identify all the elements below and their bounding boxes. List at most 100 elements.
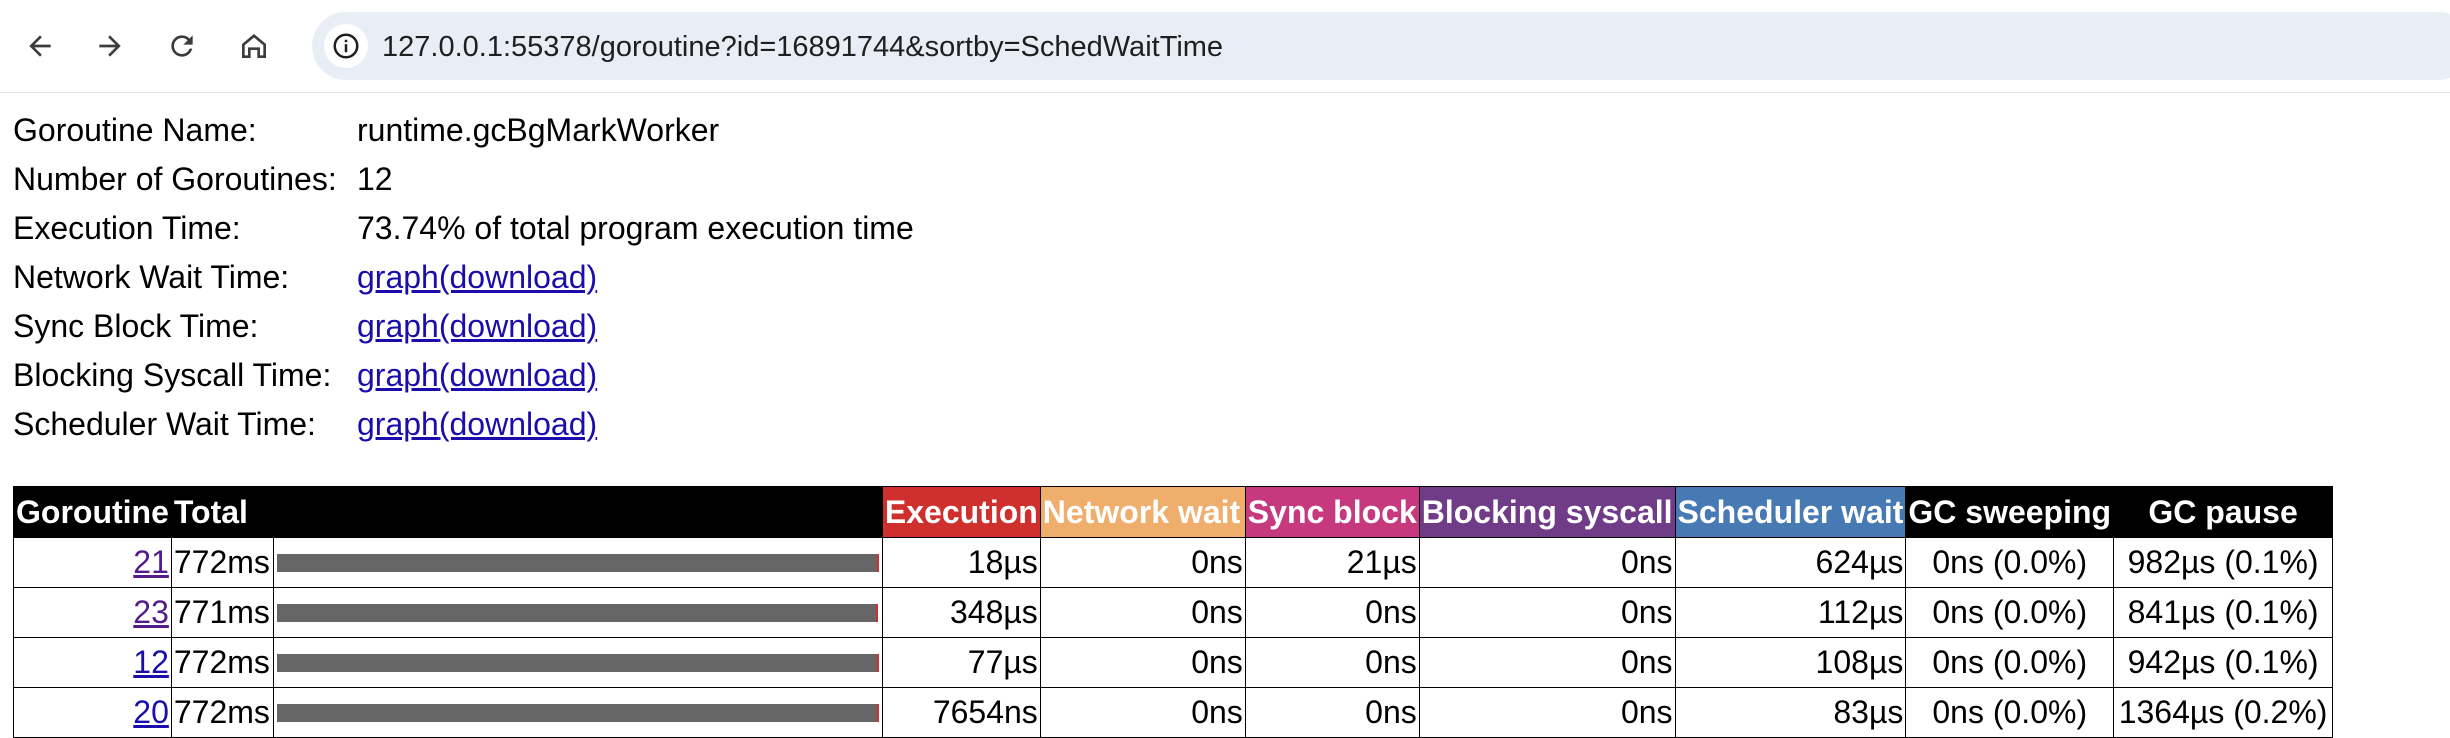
execution-cell: 348µs <box>881 587 1041 638</box>
info-links: graph(download) <box>357 308 597 345</box>
home-button[interactable] <box>232 24 276 68</box>
total-cell: 772ms <box>170 637 274 688</box>
goroutine-id-link[interactable]: 20 <box>133 694 169 730</box>
pause-cell: 942µs (0.1%) <box>2113 637 2334 688</box>
execution-cell: 18µs <box>881 537 1041 588</box>
goroutine-id-cell: 12 <box>13 637 172 688</box>
total-cell: 772ms <box>170 687 274 738</box>
sweep-cell: 0ns (0.0%) <box>1905 637 2115 688</box>
time-bar-execution-segment <box>876 653 879 672</box>
download-link[interactable]: (download) <box>439 259 597 295</box>
info-value: runtime.gcBgMarkWorker <box>357 112 720 148</box>
graph-link[interactable]: graph <box>357 308 439 344</box>
info-label: Network Wait Time: <box>13 259 290 295</box>
column-header-total: Total <box>170 486 274 538</box>
execution-cell: 7654ns <box>881 687 1041 738</box>
sync-cell: 0ns <box>1244 687 1420 738</box>
syscall-cell: 0ns <box>1418 587 1676 638</box>
info-label: Sync Block Time: <box>13 308 259 344</box>
info-value: 12 <box>357 161 393 197</box>
download-link[interactable]: (download) <box>439 308 597 344</box>
sync-cell: 0ns <box>1244 637 1420 688</box>
column-header-gc-sweeping: GC sweeping <box>1905 486 2115 538</box>
graph-link[interactable]: graph <box>357 357 439 393</box>
pause-cell: 1364µs (0.2%) <box>2113 687 2334 738</box>
info-label: Execution Time: <box>13 210 241 246</box>
column-header-goroutine: Goroutine <box>13 486 172 538</box>
info-links: graph(download) <box>357 357 597 394</box>
column-header-blocking-syscall[interactable]: Blocking syscall <box>1418 486 1676 538</box>
site-info-button[interactable] <box>324 24 368 68</box>
sync-cell: 0ns <box>1244 587 1420 638</box>
goroutine-id-link[interactable]: 12 <box>133 644 169 680</box>
goroutine-id-cell: 21 <box>13 537 172 588</box>
reload-icon <box>171 35 193 57</box>
sched-cell: 624µs <box>1674 537 1907 588</box>
info-links: graph(download) <box>357 259 597 296</box>
network-cell: 0ns <box>1039 687 1246 738</box>
time-bar-fill <box>276 603 879 622</box>
time-bar-fill <box>276 703 879 722</box>
download-link[interactable]: (download) <box>439 357 597 393</box>
time-bar-fill <box>276 553 879 572</box>
time-bar-cell <box>272 687 883 738</box>
syscall-cell: 0ns <box>1418 537 1676 588</box>
syscall-cell: 0ns <box>1418 687 1676 738</box>
graph-link[interactable]: graph <box>357 259 439 295</box>
forward-button[interactable] <box>88 24 132 68</box>
time-bar-execution-segment <box>876 703 879 722</box>
time-bar-cell <box>272 537 883 588</box>
goroutine-id-link[interactable]: 23 <box>133 594 169 630</box>
arrow-right-icon <box>99 35 121 57</box>
sync-cell: 21µs <box>1244 537 1420 588</box>
column-header-bar <box>272 486 883 538</box>
goroutine-table: Goroutine Total Execution Network wait Sync … <box>13 486 2334 738</box>
sweep-cell: 0ns (0.0%) <box>1905 537 2115 588</box>
table-row: 21 772ms 18µs 0ns 21µs 0ns 624µs 0ns (0.0%) 982µ… <box>13 537 2334 588</box>
time-bar-cell <box>272 587 883 638</box>
table-row: 20 772ms 7654ns 0ns 0ns 0ns 83µs 0ns (0.0%) 1364… <box>13 687 2334 738</box>
goroutine-id-cell: 23 <box>13 587 172 638</box>
table-row: 12 772ms 77µs 0ns 0ns 0ns 108µs 0ns (0.0%) 942µs… <box>13 637 2334 688</box>
address-bar[interactable]: 127.0.0.1:55378/goroutine?id=16891744&so… <box>312 12 2450 80</box>
sched-cell: 108µs <box>1674 637 1907 688</box>
time-bar <box>276 603 879 622</box>
time-bar <box>276 653 879 672</box>
goroutine-id-link[interactable]: 21 <box>133 544 169 580</box>
pause-cell: 841µs (0.1%) <box>2113 587 2334 638</box>
table-body: 21 772ms 18µs 0ns 21µs 0ns 624µs 0ns (0.0%) 982µ… <box>13 537 2334 738</box>
reload-button[interactable] <box>160 24 204 68</box>
info-value: 73.74% of total program execution time <box>357 210 914 246</box>
info-label: Goroutine Name: <box>13 112 257 148</box>
arrow-left-icon <box>29 35 51 57</box>
network-cell: 0ns <box>1039 587 1246 638</box>
column-header-execution[interactable]: Execution <box>881 486 1041 538</box>
time-bar-cell <box>272 637 883 688</box>
time-bar-fill <box>276 653 879 672</box>
syscall-cell: 0ns <box>1418 637 1676 688</box>
info-label: Scheduler Wait Time: <box>13 406 316 442</box>
url-text[interactable]: 127.0.0.1:55378/goroutine?id=16891744&so… <box>382 31 1223 64</box>
column-header-network-wait[interactable]: Network wait <box>1039 486 1246 538</box>
back-button[interactable] <box>18 24 62 68</box>
time-bar-execution-segment <box>876 603 879 622</box>
info-icon <box>333 33 359 59</box>
network-cell: 0ns <box>1039 637 1246 688</box>
column-header-scheduler-wait[interactable]: Scheduler wait <box>1674 486 1907 538</box>
sched-cell: 112µs <box>1674 587 1907 638</box>
download-link[interactable]: (download) <box>439 406 597 442</box>
goroutine-id-cell: 20 <box>13 687 172 738</box>
info-label: Number of Goroutines: <box>13 161 337 197</box>
column-header-sync-block[interactable]: Sync block <box>1244 486 1420 538</box>
total-cell: 771ms <box>170 587 274 638</box>
time-bar-execution-segment <box>876 553 879 572</box>
sweep-cell: 0ns (0.0%) <box>1905 687 2115 738</box>
browser-toolbar: 127.0.0.1:55378/goroutine?id=16891744&so… <box>0 0 2450 93</box>
time-bar <box>276 553 879 572</box>
execution-cell: 77µs <box>881 637 1041 688</box>
pause-cell: 982µs (0.1%) <box>2113 537 2334 588</box>
column-header-gc-pause: GC pause <box>2113 486 2334 538</box>
home-icon <box>242 34 266 58</box>
graph-link[interactable]: graph <box>357 406 439 442</box>
sched-cell: 83µs <box>1674 687 1907 738</box>
